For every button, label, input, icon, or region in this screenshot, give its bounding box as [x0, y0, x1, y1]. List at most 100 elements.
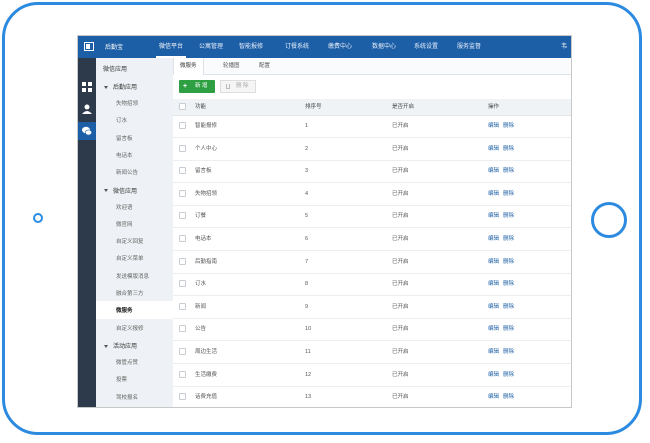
sidebar-item[interactable]: 投票: [116, 375, 127, 383]
user-name[interactable]: 韦: [561, 36, 567, 58]
delete-link[interactable]: 删除: [503, 228, 514, 250]
nav-item[interactable]: 公寓管理: [199, 36, 223, 58]
grid-icon[interactable]: [78, 78, 96, 96]
home-button[interactable]: [591, 202, 627, 238]
edit-link[interactable]: 编辑: [488, 296, 499, 318]
nav-item[interactable]: 智能报修: [239, 36, 263, 58]
sidebar-item[interactable]: 微官网: [116, 220, 133, 228]
sidebar-item[interactable]: 自定义回复: [116, 237, 144, 245]
cell-order: 6: [305, 236, 309, 242]
row-checkbox[interactable]: [179, 257, 186, 265]
delete-link[interactable]: 删除: [503, 364, 514, 386]
sidebar-item[interactable]: 电话本: [116, 151, 133, 159]
row-checkbox[interactable]: [179, 393, 186, 401]
row-checkbox[interactable]: [179, 348, 186, 355]
table-row[interactable]: 电话本 6 已开启 编辑 删除: [173, 228, 571, 251]
row-checkbox[interactable]: [179, 144, 186, 152]
table-row[interactable]: 订餐 5 已开启 编辑 删除: [173, 205, 571, 229]
sidebar-item[interactable]: 欢迎语: [116, 203, 133, 211]
delete-link[interactable]: 删除: [503, 386, 514, 407]
edit-link[interactable]: 编辑: [488, 183, 499, 205]
edit-link[interactable]: 编辑: [488, 386, 499, 407]
main-content: 微服务 轮播图 配置 + 新 增 删 除 功能 排序号 是否开启 操作 智能报修 1 已开启编…: [173, 58, 571, 407]
delete-link[interactable]: 删除: [503, 183, 514, 205]
tab[interactable]: 微服务: [173, 58, 204, 75]
tab[interactable]: 轮播图: [217, 58, 246, 74]
table-row[interactable]: 周边生活 11 已开启 编辑 删除: [173, 341, 571, 364]
edit-link[interactable]: 编辑: [488, 228, 499, 250]
table-row[interactable]: 留言板 3 已开启 编辑 删除: [173, 160, 571, 184]
edit-link[interactable]: 编辑: [488, 138, 499, 160]
row-checkbox[interactable]: [179, 370, 186, 378]
row-checkbox[interactable]: [179, 235, 186, 242]
delete-link[interactable]: 删除: [503, 251, 514, 273]
row-checkbox[interactable]: [179, 302, 186, 310]
cell-name: 失物招领: [195, 190, 218, 197]
nav-item[interactable]: 缴费中心: [328, 36, 352, 58]
row-checkbox[interactable]: [179, 280, 186, 288]
sidebar-item[interactable]: 新闻公告: [116, 168, 138, 176]
sidebar-item[interactable]: 微服务: [116, 306, 133, 314]
sidebar-group[interactable]: 微信应用: [104, 186, 137, 195]
sidebar-group[interactable]: 后勤应用: [104, 82, 137, 91]
sidebar-item[interactable]: 订水: [116, 116, 127, 124]
sidebar-group[interactable]: 活动应用: [104, 341, 137, 350]
edit-link[interactable]: 编辑: [488, 115, 499, 137]
cell-name: 个人中心: [195, 145, 218, 152]
cell-order: 5: [305, 213, 309, 220]
delete-link[interactable]: 删除: [503, 115, 514, 137]
edit-link[interactable]: 编辑: [488, 364, 499, 386]
delete-link[interactable]: 删除: [503, 318, 514, 340]
table-row[interactable]: 新闻 9 已开启 编辑 删除: [173, 296, 571, 319]
delete-link[interactable]: 删除: [503, 296, 514, 318]
delete-link[interactable]: 删除: [503, 341, 514, 363]
wechat-icon[interactable]: [78, 122, 96, 140]
nav-item[interactable]: 数据中心: [372, 36, 396, 58]
sidebar-item[interactable]: 自定义菜单: [116, 254, 144, 262]
delete-link[interactable]: 删除: [503, 273, 514, 295]
delete-link[interactable]: 删除: [503, 205, 514, 227]
edit-link[interactable]: 编辑: [488, 318, 499, 340]
table-row[interactable]: 订水 8 已开启 编辑 删除: [173, 273, 571, 297]
nav-item[interactable]: 系统设置: [414, 36, 438, 58]
sidebar-item[interactable]: 驾校报名: [116, 393, 138, 401]
add-button[interactable]: + 新 增: [179, 80, 215, 93]
cell-name: 智能报修: [195, 123, 218, 129]
sidebar-item[interactable]: 融合第三方: [116, 289, 144, 297]
cell-status: 已开启: [392, 326, 409, 333]
tab[interactable]: 配置: [253, 58, 276, 74]
row-checkbox[interactable]: [179, 189, 186, 197]
table-row[interactable]: 失物招领 4 已开启 编辑 删除: [173, 183, 571, 206]
sidebar-item[interactable]: 留言板: [116, 134, 133, 142]
nav-item[interactable]: 服务监督: [457, 36, 481, 58]
edit-link[interactable]: 编辑: [488, 341, 499, 363]
row-checkbox[interactable]: [179, 167, 186, 175]
select-all-checkbox[interactable]: [179, 103, 186, 110]
table-row[interactable]: 个人中心 2 已开启 编辑 删除: [173, 138, 571, 161]
delete-link[interactable]: 删除: [503, 138, 514, 160]
table-row[interactable]: 话费充值 13 已开启 编辑 删除: [173, 386, 571, 407]
edit-link[interactable]: 编辑: [488, 205, 499, 227]
sidebar-item[interactable]: 失物招领: [116, 99, 138, 107]
row-checkbox[interactable]: [179, 325, 186, 333]
table-row[interactable]: 后勤指南 7 已开启 编辑 删除: [173, 251, 571, 274]
table-row[interactable]: 公告 10 已开启 编辑 删除: [173, 318, 571, 342]
nav-item[interactable]: 订餐系统: [285, 36, 309, 58]
cell-status: 已开启: [392, 258, 409, 265]
edit-link[interactable]: 编辑: [488, 273, 499, 295]
edit-link[interactable]: 编辑: [488, 251, 499, 273]
delete-button[interactable]: 删 除: [220, 80, 256, 93]
sidebar-item[interactable]: 自定义报修: [116, 324, 144, 332]
sidebar-item[interactable]: 发送模版消息: [116, 272, 149, 280]
table-row[interactable]: 生活缴费 12 已开启 编辑 删除: [173, 364, 571, 387]
row-checkbox[interactable]: [179, 122, 186, 129]
delete-link[interactable]: 删除: [503, 160, 514, 182]
camera-dot: [33, 213, 43, 223]
edit-link[interactable]: 编辑: [488, 160, 499, 182]
user-icon[interactable]: [78, 100, 96, 118]
sidebar-item[interactable]: 微管点赞: [116, 358, 138, 366]
table-row[interactable]: 智能报修 1 已开启 编辑 删除: [173, 115, 571, 138]
delete-button-label: 删 除: [236, 83, 249, 89]
nav-item[interactable]: 微信平台: [155, 36, 187, 58]
row-checkbox[interactable]: [179, 212, 186, 220]
